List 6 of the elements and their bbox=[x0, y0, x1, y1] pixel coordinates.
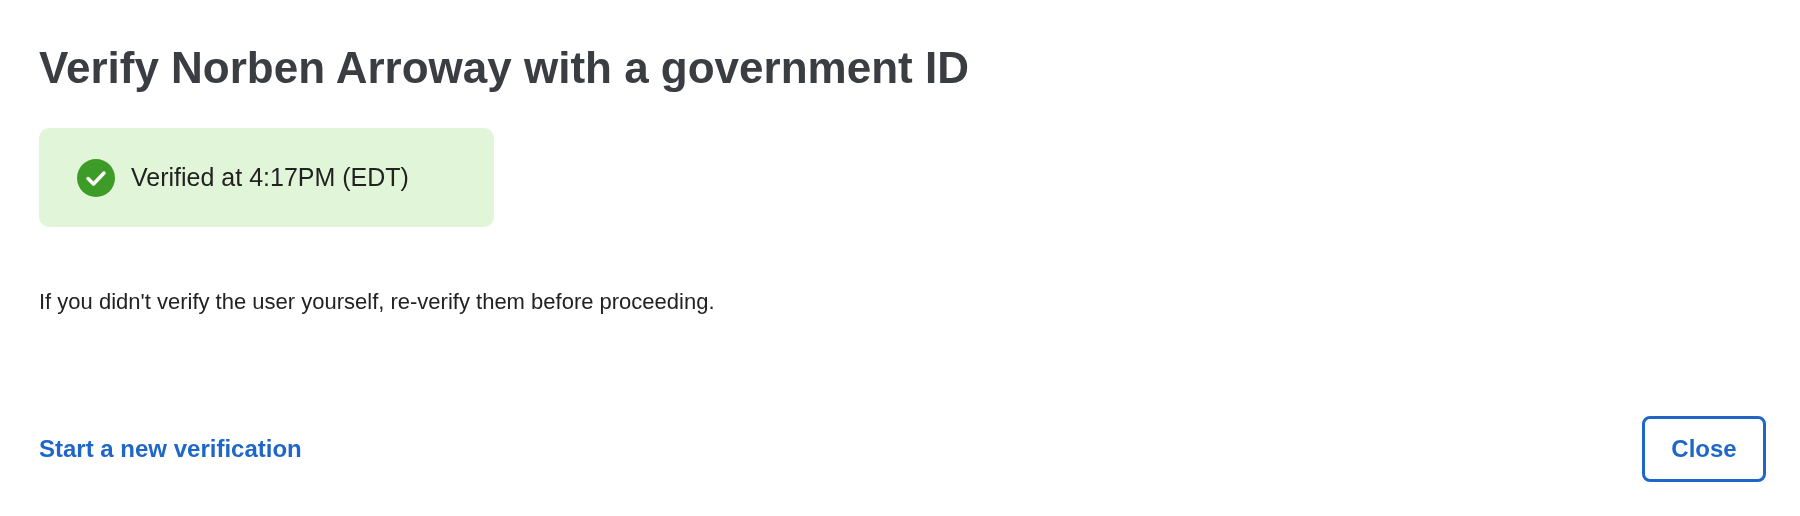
dialog-title: Verify Norben Arroway with a government ID bbox=[39, 42, 969, 94]
status-text: Verified at 4:17PM (EDT) bbox=[131, 161, 409, 193]
close-button[interactable]: Close bbox=[1642, 416, 1766, 482]
new-verification-link[interactable]: Start a new verification bbox=[39, 431, 302, 467]
check-circle-icon bbox=[77, 158, 115, 197]
message-text: If you didn't verify the user yourself, re-verify them before proceeding. bbox=[39, 288, 715, 316]
